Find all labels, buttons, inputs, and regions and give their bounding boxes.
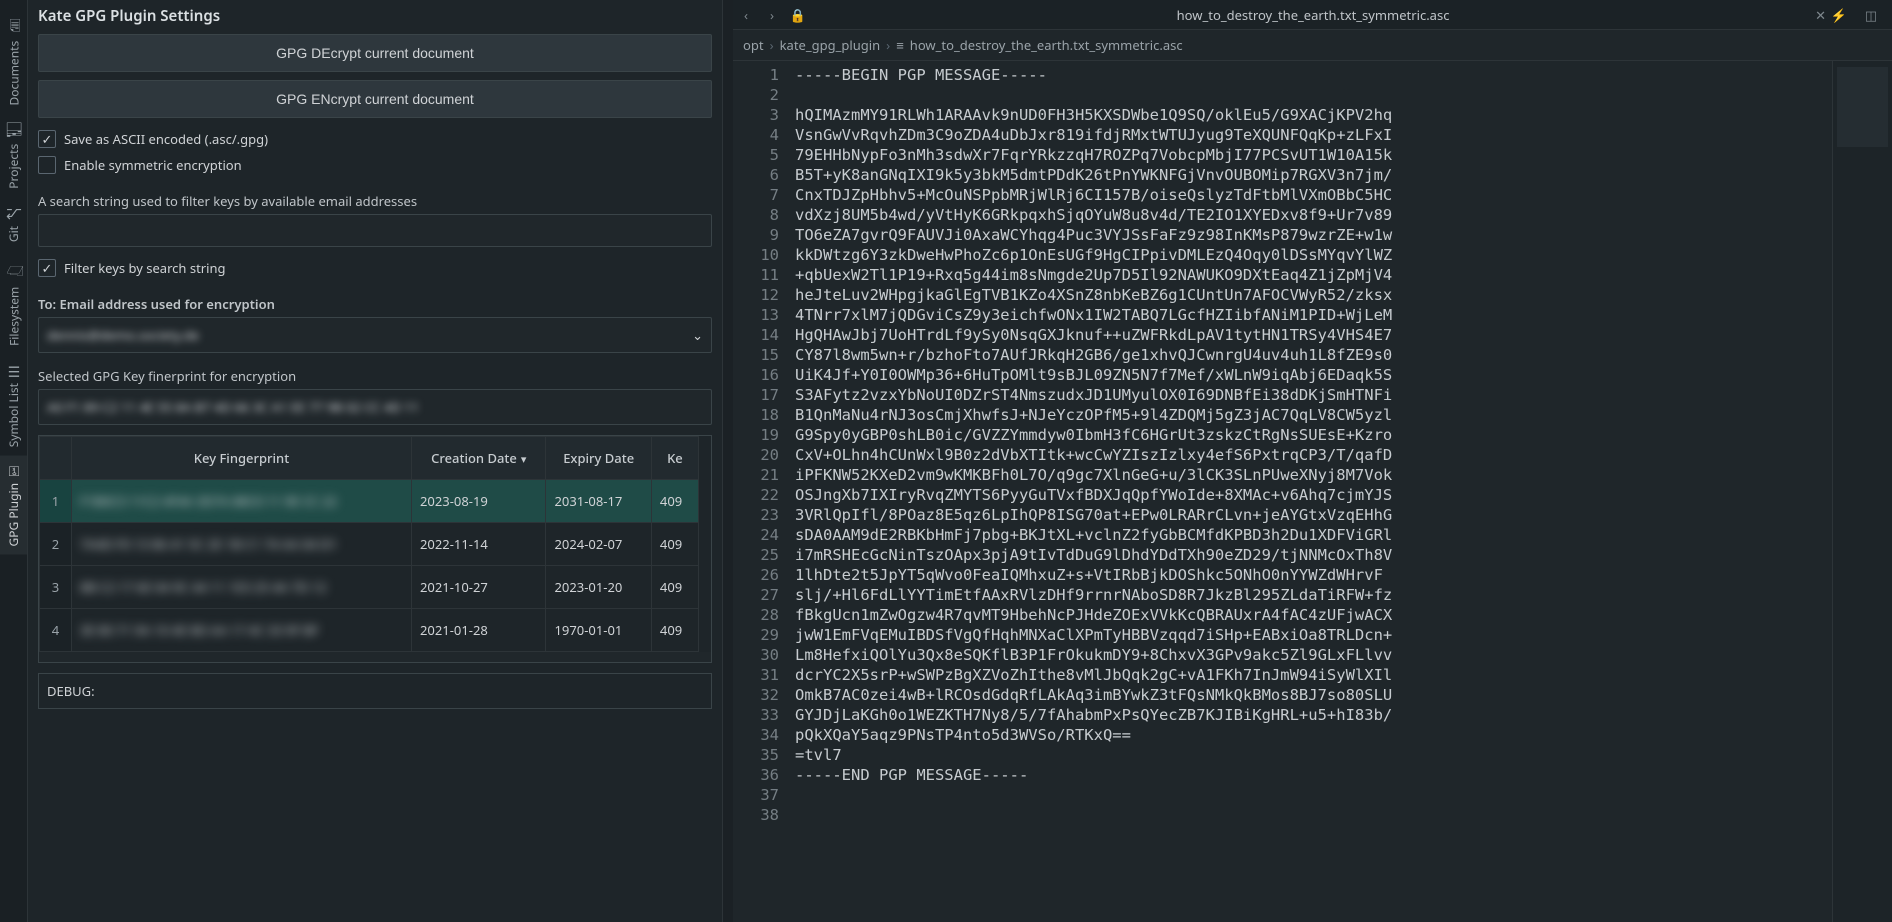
- minimap[interactable]: [1832, 61, 1892, 922]
- to-email-select[interactable]: dennis@demo.society.de ⌄: [38, 317, 712, 353]
- table-row[interactable]: 27A4D F0 13 86 41 5C 2E 1B C1 74 AA 04 D…: [40, 523, 699, 566]
- decrypt-button[interactable]: GPG DEcrypt current document: [38, 34, 712, 72]
- chevron-down-icon: ⌄: [692, 326, 703, 344]
- gpg-plugin-icon: ⚿: [4, 464, 23, 478]
- activity-filesystem[interactable]: Filesystem🗁: [0, 250, 30, 354]
- activity-symbol-list[interactable]: Symbol List☰: [0, 354, 27, 455]
- table-header[interactable]: Creation Date▾: [412, 437, 546, 480]
- line-number-gutter: 1 2 3 4 5 6 7 8 9 10 11 12 13 14 15 16 1…: [733, 61, 789, 922]
- bolt-icon[interactable]: ⚡: [1826, 2, 1852, 28]
- file-icon: ≡: [896, 36, 904, 54]
- code-editor[interactable]: 1 2 3 4 5 6 7 8 9 10 11 12 13 14 15 16 1…: [733, 61, 1892, 922]
- debug-output: DEBUG:: [38, 673, 712, 709]
- documents-icon: 🗎: [2, 12, 26, 36]
- filter-checkbox[interactable]: [38, 259, 56, 277]
- breadcrumb-segment[interactable]: how_to_destroy_the_earth.txt_symmetric.a…: [910, 36, 1183, 54]
- search-help-label: A search string used to filter keys by a…: [38, 186, 712, 214]
- code-content[interactable]: -----BEGIN PGP MESSAGE----- hQIMAzmMY91R…: [789, 61, 1832, 922]
- activity-gpg-plugin[interactable]: GPG Plugin⚿: [0, 456, 27, 555]
- activity-documents[interactable]: Documents🗎: [0, 4, 30, 113]
- filesystem-icon: 🗁: [2, 258, 26, 282]
- search-input[interactable]: [38, 214, 712, 247]
- nav-forward-button[interactable]: ›: [759, 2, 785, 28]
- table-header[interactable]: [40, 437, 72, 480]
- key-table: Key FingerprintCreation Date▾Expiry Date…: [38, 435, 712, 663]
- encrypt-button[interactable]: GPG ENcrypt current document: [38, 80, 712, 118]
- table-row[interactable]: 43E 80 71 9A 10 4E 8D AA 17 4C 33 9F BF2…: [40, 609, 699, 652]
- selected-fingerprint-field: A0 F1 89 C2 11 4E 55 8A B7 4D 66 3C A1 E…: [38, 389, 712, 425]
- fingerprint-label: Selected GPG Key finerprint for encrypti…: [38, 361, 712, 389]
- vertical-splitter[interactable]: [723, 0, 733, 922]
- save-ascii-label: Save as ASCII encoded (.asc/.gpg): [64, 130, 268, 148]
- table-row[interactable]: 1F1B0C3 11C2 4F4A 3D7A 88C0 11 9E CC 222…: [40, 480, 699, 523]
- enable-symmetric-checkbox[interactable]: [38, 156, 56, 174]
- projects-icon: 🗂: [4, 121, 23, 139]
- activity-bar: Documents🗎Projects🗂Git⎇Filesystem🗁Symbol…: [0, 0, 28, 922]
- activity-git[interactable]: Git⎇: [0, 197, 27, 250]
- lock-icon: 🔒: [785, 2, 811, 28]
- table-header[interactable]: Expiry Date: [546, 437, 651, 480]
- git-icon: ⎇: [4, 205, 23, 221]
- sort-desc-icon: ▾: [521, 452, 527, 467]
- save-ascii-checkbox[interactable]: [38, 130, 56, 148]
- breadcrumb-separator-icon: ›: [770, 36, 774, 54]
- nav-back-button[interactable]: ‹: [733, 2, 759, 28]
- split-view-icon[interactable]: ◫: [1858, 2, 1884, 28]
- enable-symmetric-label: Enable symmetric encryption: [64, 156, 242, 174]
- tab-filename: how_to_destroy_the_earth.txt_symmetric.a…: [1177, 6, 1450, 24]
- breadcrumb-segment[interactable]: kate_gpg_plugin: [780, 36, 881, 54]
- editor-tabbar: ‹ › 🔒 how_to_destroy_the_earth.txt_symme…: [733, 0, 1892, 30]
- breadcrumb-separator-icon: ›: [886, 36, 890, 54]
- editor-tab[interactable]: how_to_destroy_the_earth.txt_symmetric.a…: [811, 6, 1815, 24]
- to-email-value: dennis@demo.society.de: [47, 326, 199, 344]
- breadcrumb-segment[interactable]: opt: [743, 36, 764, 54]
- tab-close-button[interactable]: ✕: [1815, 6, 1826, 24]
- minimap-thumb[interactable]: [1837, 67, 1888, 147]
- filter-label: Filter keys by search string: [64, 259, 226, 277]
- gpg-plugin-panel: Kate GPG Plugin Settings GPG DEcrypt cur…: [28, 0, 723, 922]
- to-label: To: Email address used for encryption: [38, 289, 712, 317]
- breadcrumb[interactable]: opt › kate_gpg_plugin › ≡ how_to_destroy_the_…: [733, 30, 1892, 61]
- panel-title: Kate GPG Plugin Settings: [28, 0, 722, 34]
- table-header[interactable]: Ke: [651, 437, 698, 480]
- table-header[interactable]: Key Fingerprint: [72, 437, 412, 480]
- editor-pane: ‹ › 🔒 how_to_destroy_the_earth.txt_symme…: [733, 0, 1892, 922]
- table-horizontal-scrollbar[interactable]: [39, 652, 711, 662]
- table-row[interactable]: 38B C2 17 6E 04 9C 44 11 1E3 25 4A 7D 12…: [40, 566, 699, 609]
- symbol-list-icon: ☰: [4, 362, 23, 378]
- activity-projects[interactable]: Projects🗂: [0, 113, 27, 197]
